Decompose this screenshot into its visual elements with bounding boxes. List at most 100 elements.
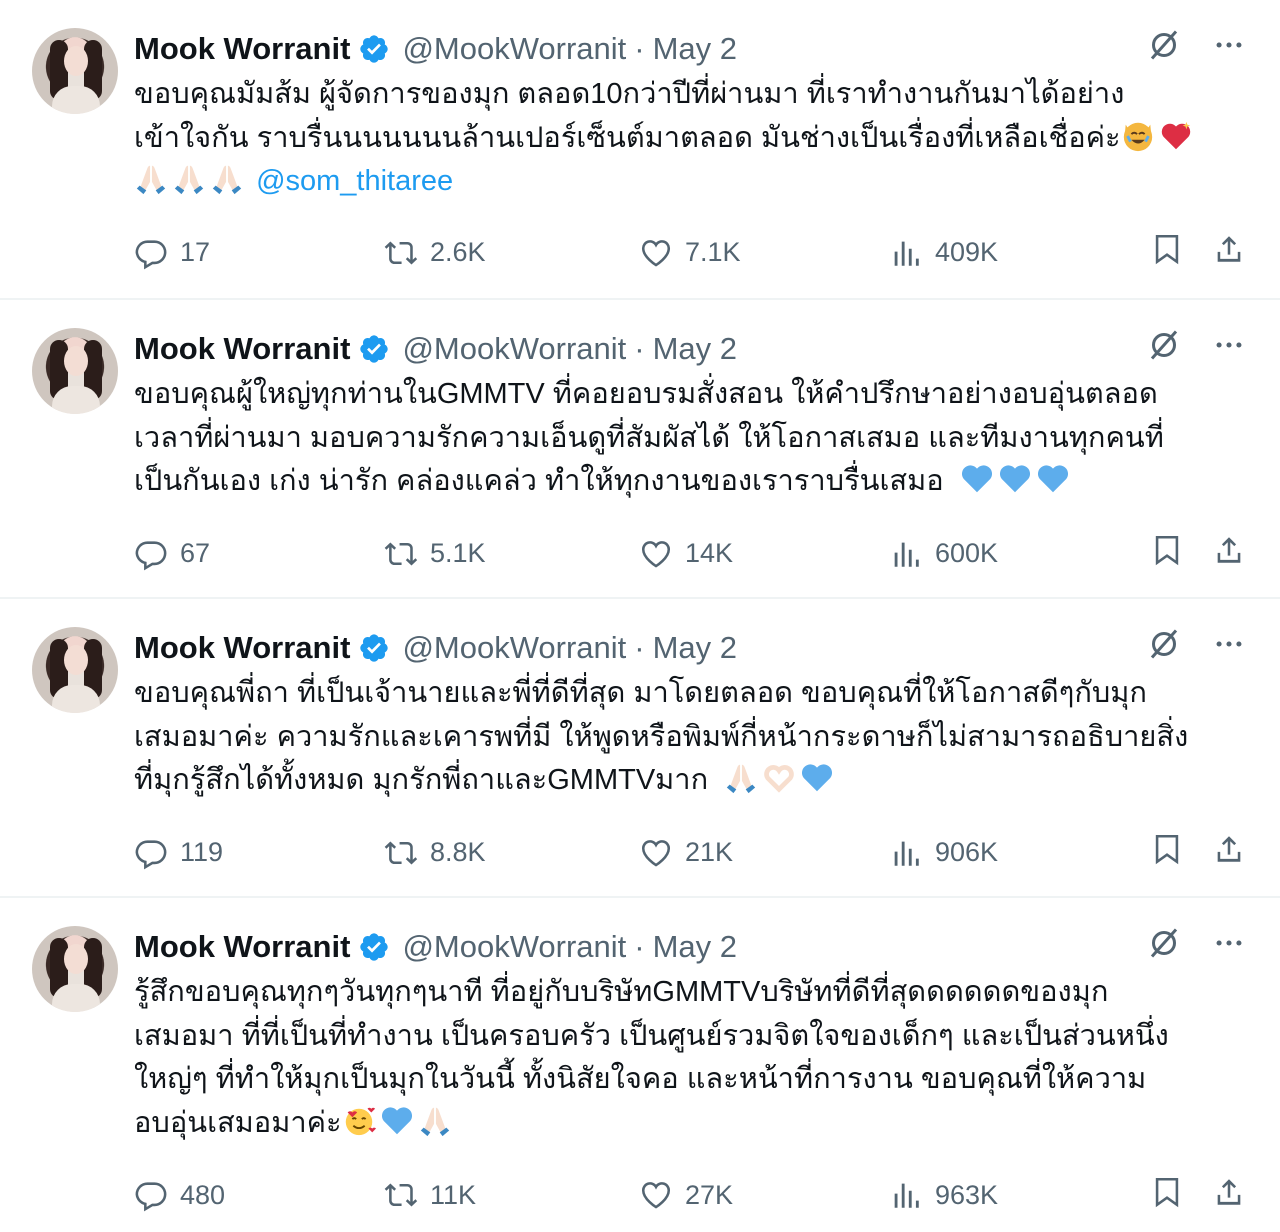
tweet-line: เป็นกันเอง เก่ง น่ารัก คล่องแคล่ว ทำให้ท… <box>134 460 1246 504</box>
tweet-line: ที่มุกรู้สึกได้ทั้งหมด มุกรักพี่ถาและGMM… <box>134 759 1246 803</box>
handle[interactable]: @MookWorranit <box>402 630 626 666</box>
reply-count: 480 <box>180 1179 226 1210</box>
reply-icon <box>135 239 167 269</box>
like-button[interactable]: 27K <box>639 1178 889 1212</box>
verified-badge-icon <box>360 634 389 662</box>
timestamp[interactable]: May 2 <box>653 630 737 666</box>
tweet-text: ขอบคุณพี่ถา ที่เป็นเจ้านายและพี่ที่ดีที่… <box>134 672 1246 803</box>
tweet-line: เวลาที่ผ่านมา มอบความรักความเอ็นดูที่สัม… <box>134 421 1164 454</box>
tweet-actions: 67 5.1K 14K 600K <box>134 534 1246 574</box>
tweet-line: เข้าใจกัน ราบรื่นนนนนนนล้านเปอร์เซ็นต์มา… <box>134 117 1246 161</box>
bookmark-button[interactable] <box>1150 232 1184 273</box>
tweet-text: ขอบคุณผู้ใหญ่ทุกท่านในGMMTV ที่คอยอบรมสั… <box>134 373 1246 504</box>
tweet-feed: Mook Worranit @MookWorranit · May 2 ขอบค… <box>0 0 1280 1230</box>
display-name[interactable]: Mook Worranit <box>134 331 350 367</box>
handle[interactable]: @MookWorranit <box>402 331 626 367</box>
separator-dot: · <box>634 31 645 66</box>
grok-icon[interactable] <box>1146 626 1182 670</box>
tweet[interactable]: Mook Worranit @MookWorranit · May 2 รู้ส… <box>0 896 1280 1230</box>
bookmark-button[interactable] <box>1150 832 1184 873</box>
view-count: 906K <box>935 837 999 867</box>
share-button[interactable] <box>1212 533 1246 574</box>
tweet-line-text: อบอุ่นเสมอมาค่ะ <box>134 1106 342 1139</box>
reply-icon <box>135 1182 167 1212</box>
tweet[interactable]: Mook Worranit @MookWorranit · May 2 ขอบค… <box>0 298 1280 597</box>
handle[interactable]: @MookWorranit <box>402 31 626 67</box>
heart-icon <box>641 839 671 867</box>
timestamp[interactable]: May 2 <box>653 31 737 67</box>
praying-hands-emoji-icon <box>727 764 756 794</box>
views-button[interactable]: 600K <box>889 537 1139 571</box>
tweet-line: ขอบคุณมัมส้ม ผู้จัดการของมุก ตลอด10กว่าป… <box>134 78 1125 110</box>
view-count: 409K <box>935 237 999 267</box>
tweet-header: Mook Worranit @MookWorranit · May 2 <box>134 300 1246 369</box>
display-name[interactable]: Mook Worranit <box>134 31 350 67</box>
separator-dot: · <box>634 630 645 665</box>
repost-button[interactable]: 2.6K <box>384 236 639 270</box>
share-icon <box>1217 836 1241 862</box>
timestamp[interactable]: May 2 <box>653 331 737 367</box>
like-count: 14K <box>685 538 734 568</box>
views-button[interactable]: 409K <box>889 236 1139 270</box>
timestamp[interactable]: May 2 <box>653 929 737 965</box>
repost-button[interactable]: 5.1K <box>384 537 639 571</box>
more-options-icon[interactable] <box>1212 627 1246 669</box>
share-button[interactable] <box>1212 1175 1246 1216</box>
verified-badge-icon <box>360 933 389 961</box>
more-options-icon[interactable] <box>1212 926 1246 968</box>
like-button[interactable]: 14K <box>639 537 889 571</box>
bookmark-icon <box>1155 1177 1179 1207</box>
tweet-line: ใหญ่ๆ ที่ทำให้มุกเป็นมุกในวันนี้ ทั้งนิส… <box>134 1063 1147 1095</box>
repost-count: 5.1K <box>430 538 486 568</box>
reply-button[interactable]: 480 <box>134 1178 384 1212</box>
bookmark-icon <box>1155 535 1179 566</box>
praying-hands-emoji-icon <box>174 165 204 195</box>
praying-hands-emoji-icon <box>212 165 242 195</box>
avatar[interactable] <box>32 28 118 114</box>
grok-icon[interactable] <box>1146 327 1182 371</box>
grok-icon[interactable] <box>1146 27 1182 71</box>
tweet-actions: 17 2.6K 7.1K 409K <box>134 233 1246 273</box>
views-button[interactable]: 906K <box>889 836 1139 870</box>
reply-button[interactable]: 67 <box>134 537 384 571</box>
tweet[interactable]: Mook Worranit @MookWorranit · May 2 ขอบค… <box>0 597 1280 896</box>
share-button[interactable] <box>1212 832 1246 873</box>
handle[interactable]: @MookWorranit <box>402 929 626 965</box>
avatar[interactable] <box>32 328 118 414</box>
blue-heart-emoji-icon <box>802 764 833 792</box>
share-button[interactable] <box>1212 232 1246 273</box>
repost-icon <box>384 542 418 565</box>
avatar[interactable] <box>32 627 118 713</box>
tweet[interactable]: Mook Worranit @MookWorranit · May 2 ขอบค… <box>0 0 1280 298</box>
share-icon <box>1217 236 1241 262</box>
like-button[interactable]: 7.1K <box>639 236 889 270</box>
mention-link[interactable]: @som_thitaree <box>256 165 453 197</box>
repost-button[interactable]: 8.8K <box>384 836 639 870</box>
tweet-line: อบอุ่นเสมอมาค่ะ <box>134 1102 1246 1146</box>
analytics-icon <box>894 241 919 266</box>
blue-heart-emoji-icon <box>381 1106 412 1134</box>
tweet-line: รู้สึกขอบคุณทุกๆวันทุกๆนาที ที่อยู่กับบร… <box>134 976 1109 1008</box>
display-name[interactable]: Mook Worranit <box>134 929 350 965</box>
reply-icon <box>135 540 167 570</box>
tweet-header: Mook Worranit @MookWorranit · May 2 <box>134 0 1246 69</box>
grok-icon[interactable] <box>1146 925 1182 969</box>
repost-icon <box>384 1183 418 1207</box>
bookmark-button[interactable] <box>1150 1175 1184 1216</box>
bookmark-button[interactable] <box>1150 533 1184 574</box>
repost-button[interactable]: 11K <box>384 1178 639 1212</box>
analytics-icon <box>894 542 919 567</box>
reply-button[interactable]: 119 <box>134 836 384 870</box>
like-button[interactable]: 21K <box>639 836 889 870</box>
display-name[interactable]: Mook Worranit <box>134 630 350 666</box>
avatar[interactable] <box>32 926 118 1012</box>
more-options-icon[interactable] <box>1212 28 1246 70</box>
analytics-icon <box>894 841 919 866</box>
repost-icon <box>384 241 418 264</box>
more-options-icon[interactable] <box>1212 328 1246 370</box>
like-count: 21K <box>685 837 734 867</box>
praying-hands-emoji-icon <box>420 1107 449 1136</box>
views-button[interactable]: 963K <box>889 1178 1139 1212</box>
reply-button[interactable]: 17 <box>134 236 384 270</box>
tweet-actions: 480 11K 27K 963K <box>134 1175 1246 1215</box>
